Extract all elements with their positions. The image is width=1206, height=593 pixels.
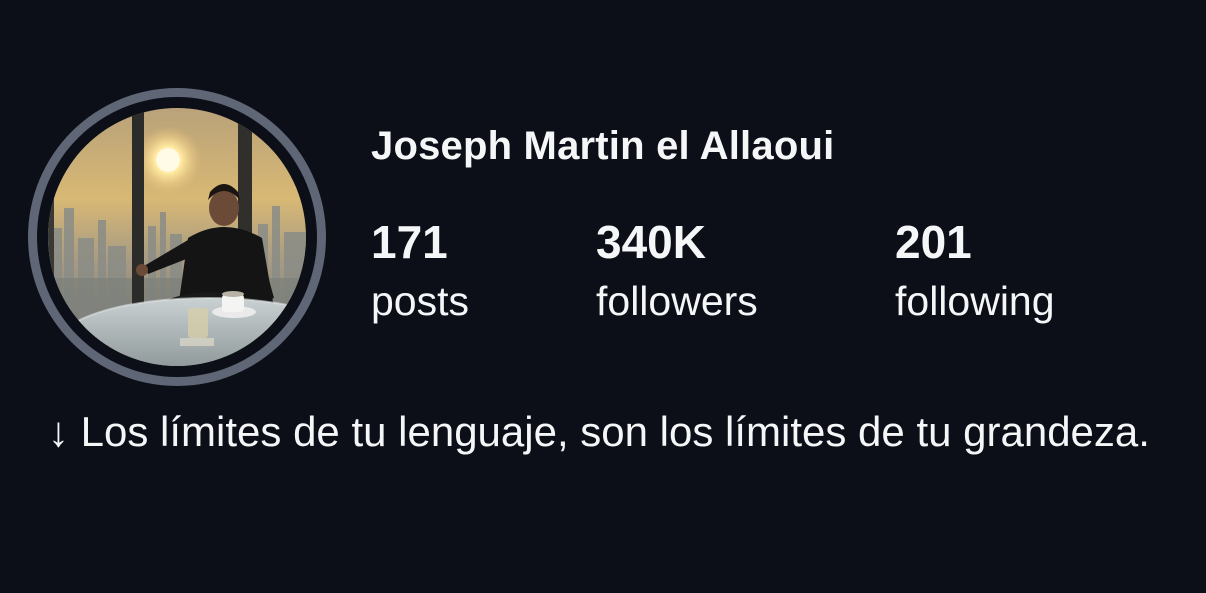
profile-photo <box>48 108 306 366</box>
profile-photo-illustration <box>48 108 306 366</box>
posts-count: 171 <box>371 216 448 268</box>
posts-label: posts <box>371 278 469 324</box>
following-label: following <box>895 278 1055 324</box>
profile-bio: ↓ Los límites de tu lenguaje, son los lí… <box>48 408 1150 455</box>
following-count: 201 <box>895 216 972 268</box>
profile-name: Joseph Martin el Allaoui <box>371 124 835 168</box>
stat-posts[interactable]: 171 posts <box>371 214 469 332</box>
followers-count: 340K <box>596 216 706 268</box>
avatar[interactable] <box>28 88 326 386</box>
stat-following[interactable]: 201 following <box>895 214 1055 332</box>
followers-label: followers <box>596 278 758 324</box>
stat-followers[interactable]: 340K followers <box>596 214 758 332</box>
profile-header: Joseph Martin el Allaoui 171 posts 340K … <box>0 0 1206 593</box>
